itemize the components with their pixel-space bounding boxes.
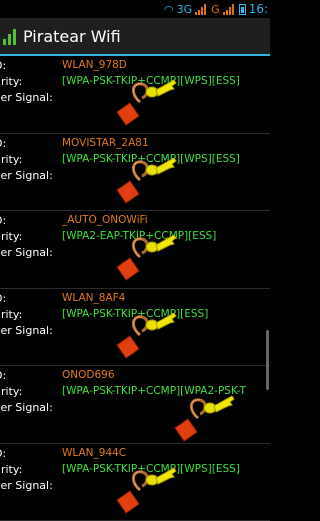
ssid-value: WLAN_8AF4 <box>62 292 125 304</box>
ssid-label: D: <box>0 137 6 150</box>
scrollbar[interactable] <box>266 330 269 390</box>
network-row[interactable]: D: ONOD696 urity: [WPA-PSK-TKIP+CCMP][WP… <box>0 366 270 444</box>
key-icon <box>112 460 180 516</box>
network-row[interactable]: D: MOVISTAR_2A81 urity: [WPA-PSK-TKIP+CC… <box>0 134 270 212</box>
security-label: urity: <box>0 385 22 398</box>
key-icon <box>112 150 180 206</box>
app-icon[interactable] <box>3 27 17 45</box>
power-signal-label: ver Signal: <box>0 401 53 414</box>
key-icon <box>112 227 180 283</box>
ssid-value: WLAN_944C <box>62 447 126 459</box>
security-label: urity: <box>0 75 22 88</box>
power-signal-label: ver Signal: <box>0 169 53 182</box>
key-icon <box>112 72 180 128</box>
status-bar: ◠ 3G G 16: <box>0 0 270 18</box>
network-row[interactable]: D: WLAN_944C urity: [WPA-PSK-TKIP+CCMP][… <box>0 444 270 521</box>
ssid-value: MOVISTAR_2A81 <box>62 137 149 149</box>
clock: 16: <box>249 2 268 16</box>
power-signal-label: ver Signal: <box>0 324 53 337</box>
key-icon <box>170 388 238 444</box>
ssid-label: D: <box>0 447 6 460</box>
power-signal-label: ver Signal: <box>0 246 53 259</box>
signal-icon-2 <box>223 4 236 15</box>
security-label: urity: <box>0 463 22 476</box>
security-label: urity: <box>0 153 22 166</box>
network-type-g: G <box>211 3 220 16</box>
ssid-label: D: <box>0 59 6 72</box>
ssid-value: _AUTO_ONOWiFi <box>62 214 148 226</box>
network-row[interactable]: D: WLAN_8AF4 urity: [WPA-PSK-TKIP+CCMP][… <box>0 289 270 367</box>
ssid-value: WLAN_978D <box>62 59 127 71</box>
network-row[interactable]: D: _AUTO_ONOWiFi urity: [WPA2-EAP-TKIP+C… <box>0 211 270 289</box>
key-icon <box>112 305 180 361</box>
network-type-3g: 3G <box>177 3 193 16</box>
ssid-label: D: <box>0 214 6 227</box>
ssid-label: D: <box>0 292 6 305</box>
wifi-icon: ◠ <box>164 3 174 16</box>
network-row[interactable]: D: WLAN_978D urity: [WPA-PSK-TKIP+CCMP][… <box>0 56 270 134</box>
power-signal-label: ver Signal: <box>0 479 53 492</box>
ssid-label: D: <box>0 369 6 382</box>
battery-icon <box>239 4 246 15</box>
network-list: D: WLAN_978D urity: [WPA-PSK-TKIP+CCMP][… <box>0 56 270 521</box>
security-label: urity: <box>0 230 22 243</box>
signal-icon <box>195 4 208 15</box>
action-bar: Piratear Wifi <box>0 18 270 56</box>
ssid-value: ONOD696 <box>62 369 115 381</box>
security-label: urity: <box>0 308 22 321</box>
power-signal-label: ver Signal: <box>0 91 53 104</box>
app-title: Piratear Wifi <box>23 27 121 46</box>
